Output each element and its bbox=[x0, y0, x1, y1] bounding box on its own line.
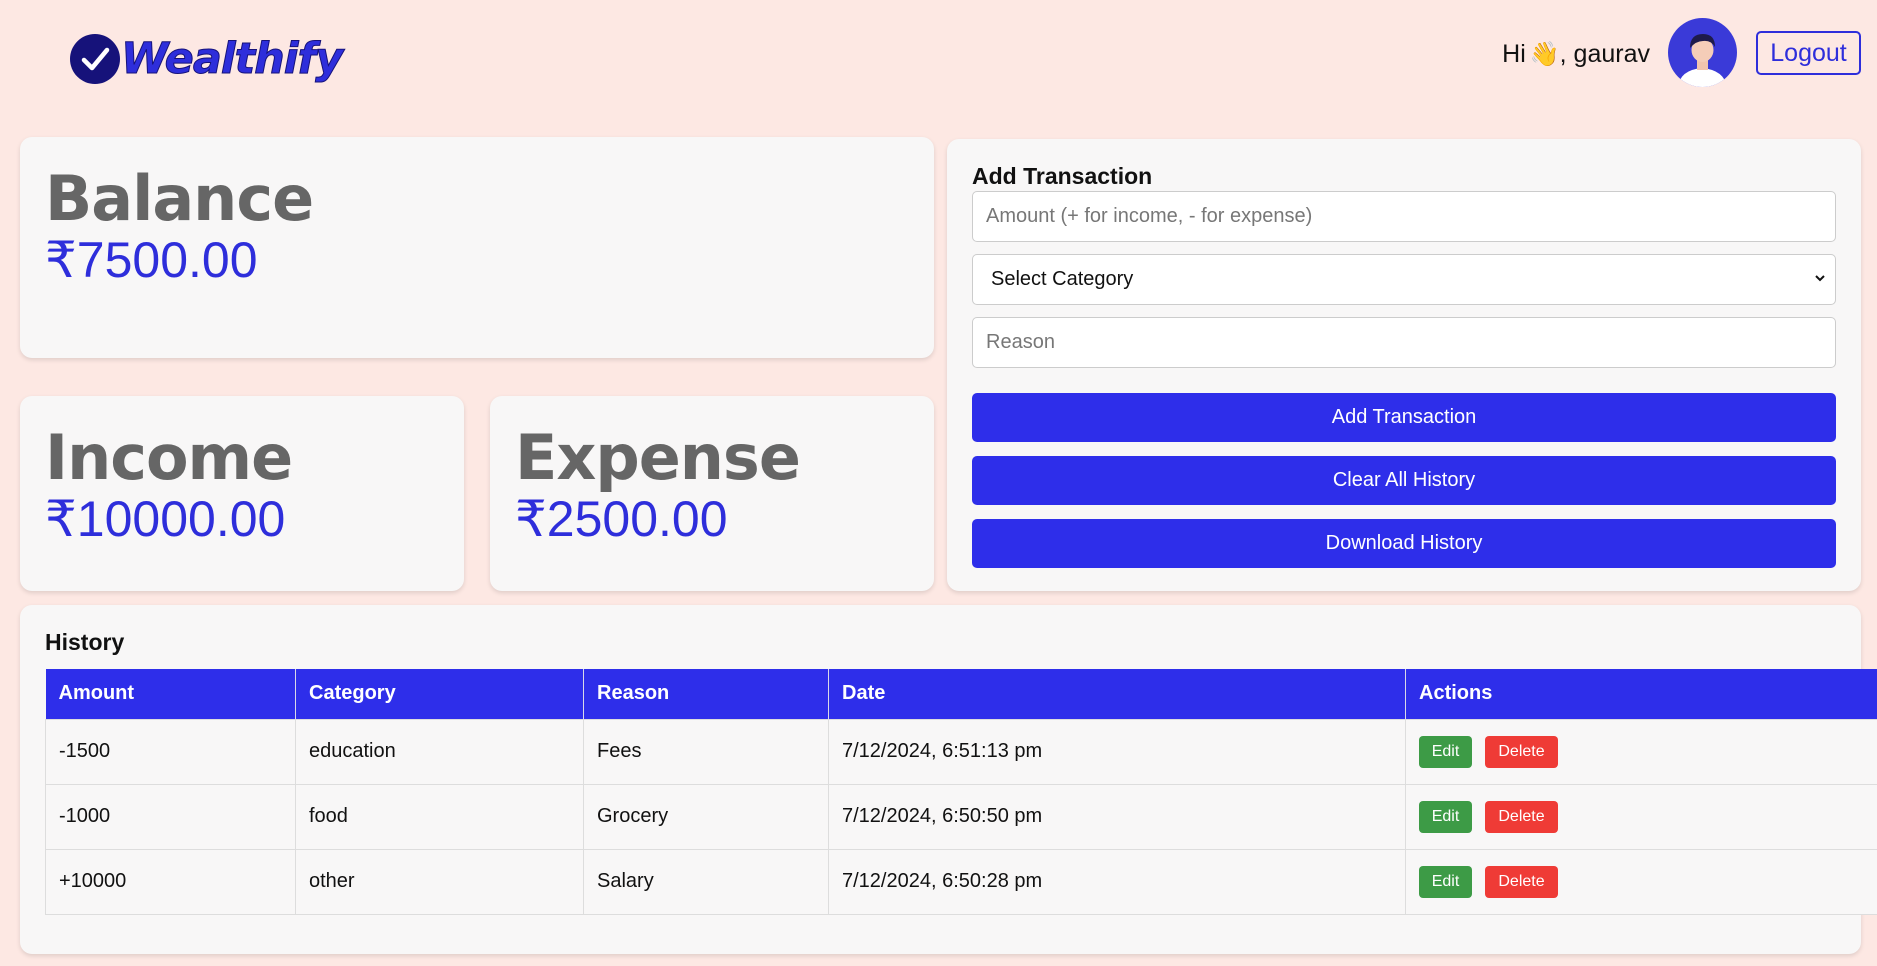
balance-card: Balance ₹7500.00 bbox=[20, 137, 934, 358]
history-title: History bbox=[45, 629, 125, 655]
wave-icon: 👋 bbox=[1529, 40, 1560, 68]
brand-logo[interactable]: Wealthify bbox=[70, 34, 344, 85]
category-select-value: Select Category bbox=[991, 268, 1134, 290]
clear-history-button[interactable]: Clear All History bbox=[972, 456, 1836, 505]
brand-name: Wealthify bbox=[120, 34, 343, 85]
add-transaction-title: Add Transaction bbox=[972, 163, 1153, 189]
cell-actions: Edit Delete bbox=[1405, 848, 1877, 915]
expense-title: Expense bbox=[515, 421, 801, 494]
cell-actions: Edit Delete bbox=[1405, 718, 1877, 785]
category-select[interactable]: Select Category bbox=[972, 254, 1836, 305]
delete-button[interactable]: Delete bbox=[1485, 800, 1558, 833]
cell-reason: Salary bbox=[583, 848, 829, 915]
balance-title: Balance bbox=[45, 162, 314, 235]
user-greeting: Hi 👋 , gaurav bbox=[1502, 40, 1650, 69]
table-row: -1500 education Fees 7/12/2024, 6:51:13 … bbox=[45, 718, 1877, 785]
check-circle-icon bbox=[70, 34, 120, 84]
table-row: -1000 food Grocery 7/12/2024, 6:50:50 pm… bbox=[45, 783, 1877, 850]
history-table: Amount Category Reason Date Actions -150… bbox=[45, 669, 1877, 915]
reason-input[interactable] bbox=[972, 317, 1836, 368]
delete-button[interactable]: Delete bbox=[1485, 865, 1558, 898]
amount-input[interactable] bbox=[972, 191, 1836, 242]
chevron-down-icon bbox=[1813, 268, 1827, 291]
history-card: History Amount Category Reason Date Acti… bbox=[20, 605, 1877, 954]
cell-date: 7/12/2024, 6:51:13 pm bbox=[828, 718, 1406, 785]
logout-button[interactable]: Logout bbox=[1756, 31, 1861, 75]
cell-category: other bbox=[295, 848, 584, 915]
income-card: Income ₹10000.00 bbox=[20, 396, 464, 591]
column-header-date: Date bbox=[828, 669, 1406, 719]
cell-actions: Edit Delete bbox=[1405, 783, 1877, 850]
column-header-category: Category bbox=[295, 669, 584, 719]
add-transaction-button[interactable]: Add Transaction bbox=[972, 393, 1836, 442]
greeting-name: , gaurav bbox=[1559, 40, 1650, 68]
cell-date: 7/12/2024, 6:50:28 pm bbox=[828, 848, 1406, 915]
expense-value: ₹2500.00 bbox=[515, 491, 728, 547]
cell-amount: +10000 bbox=[45, 848, 296, 915]
avatar[interactable] bbox=[1668, 18, 1737, 87]
column-header-reason: Reason bbox=[583, 669, 829, 719]
cell-amount: -1500 bbox=[45, 718, 296, 785]
add-transaction-card: Add Transaction Select Category Add Tran… bbox=[947, 139, 1861, 591]
income-title: Income bbox=[45, 421, 293, 494]
column-header-actions: Actions bbox=[1405, 669, 1877, 719]
table-row: +10000 other Salary 7/12/2024, 6:50:28 p… bbox=[45, 848, 1877, 915]
cell-amount: -1000 bbox=[45, 783, 296, 850]
balance-value: ₹7500.00 bbox=[45, 232, 258, 288]
edit-button[interactable]: Edit bbox=[1419, 800, 1472, 833]
greeting-prefix: Hi bbox=[1502, 40, 1526, 68]
edit-button[interactable]: Edit bbox=[1419, 865, 1472, 898]
download-history-button[interactable]: Download History bbox=[972, 519, 1836, 568]
column-header-amount: Amount bbox=[45, 669, 296, 719]
cell-category: education bbox=[295, 718, 584, 785]
cell-reason: Fees bbox=[583, 718, 829, 785]
cell-category: food bbox=[295, 783, 584, 850]
delete-button[interactable]: Delete bbox=[1485, 735, 1558, 768]
expense-card: Expense ₹2500.00 bbox=[490, 396, 934, 591]
income-value: ₹10000.00 bbox=[45, 491, 286, 547]
cell-reason: Grocery bbox=[583, 783, 829, 850]
table-header-row: Amount Category Reason Date Actions bbox=[45, 669, 1877, 719]
cell-date: 7/12/2024, 6:50:50 pm bbox=[828, 783, 1406, 850]
edit-button[interactable]: Edit bbox=[1419, 735, 1472, 768]
